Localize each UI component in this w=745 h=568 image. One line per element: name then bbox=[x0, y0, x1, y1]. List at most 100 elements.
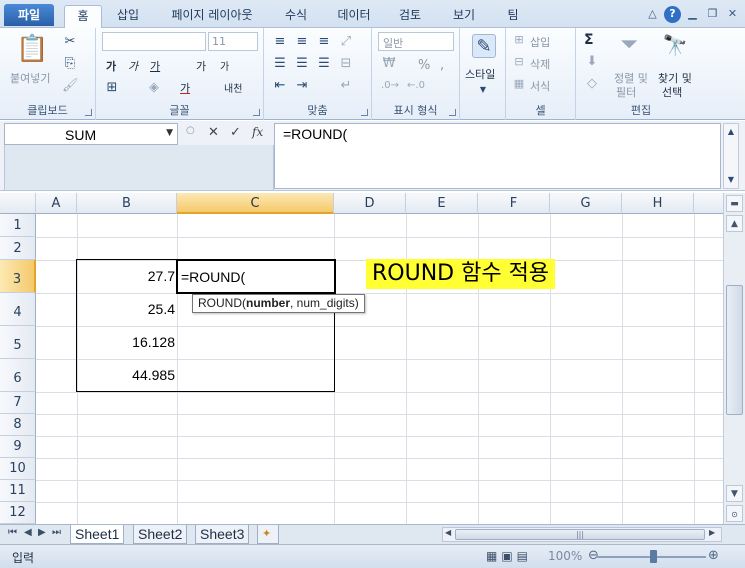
horizontal-scroll-thumb[interactable]: ||| bbox=[455, 529, 705, 540]
scroll-left-icon[interactable]: ◀ bbox=[445, 528, 451, 537]
prev-sheet-icon[interactable]: ◀ bbox=[24, 527, 32, 538]
styles-icon[interactable]: ✎ bbox=[472, 34, 496, 58]
fill-icon[interactable]: ⬇ bbox=[584, 54, 600, 70]
tab-page-layout[interactable]: 페이지 레이아웃 bbox=[160, 5, 264, 28]
next-sheet-icon[interactable]: ▶ bbox=[38, 527, 46, 538]
align-center-icon[interactable]: ☰ bbox=[294, 56, 310, 72]
tab-insert[interactable]: 삽입 bbox=[108, 5, 148, 28]
font-grow-button[interactable]: 가 bbox=[196, 58, 206, 74]
col-header-i[interactable] bbox=[694, 193, 723, 214]
insert-function-button[interactable]: fx bbox=[252, 125, 263, 139]
decrease-decimal-icon[interactable]: ←.0 bbox=[406, 78, 426, 94]
insert-sheet-icon[interactable]: ✦ bbox=[257, 525, 279, 544]
ribbon-minimize-icon[interactable]: △ bbox=[644, 6, 661, 23]
col-header-g[interactable]: G bbox=[550, 193, 622, 214]
sort-filter-label-2[interactable]: 필터 bbox=[616, 84, 636, 100]
formula-input[interactable]: =ROUND( bbox=[274, 123, 721, 189]
delete-cells-button[interactable]: 삭제 bbox=[530, 56, 550, 72]
tab-file[interactable]: 파일 bbox=[4, 4, 54, 26]
col-header-a[interactable]: A bbox=[36, 193, 77, 214]
sheet-tab-2[interactable]: Sheet2 bbox=[133, 525, 188, 544]
row-header-9[interactable]: 9 bbox=[0, 436, 36, 458]
sheet-tab-1[interactable]: Sheet1 bbox=[70, 525, 125, 544]
insert-cells-icon[interactable]: ⊞ bbox=[512, 32, 526, 48]
increase-decimal-icon[interactable]: .0→ bbox=[380, 78, 400, 94]
scroll-down-icon[interactable]: ▼ bbox=[726, 485, 743, 502]
confirm-entry-icon[interactable]: ✓ bbox=[230, 125, 241, 140]
name-box-dropdown-icon[interactable]: ▼ bbox=[166, 128, 173, 138]
worksheet-grid[interactable]: A B C D E F G H 1 2 3 4 5 6 7 8 9 10 11 … bbox=[0, 193, 723, 524]
cell-b6[interactable]: 44.985 bbox=[78, 367, 175, 383]
restore-icon[interactable]: ❐ bbox=[704, 6, 721, 23]
row-header-6[interactable]: 6 bbox=[0, 359, 36, 392]
last-sheet-icon[interactable]: ⏭ bbox=[52, 527, 61, 538]
row-header-11[interactable]: 11 bbox=[0, 480, 36, 502]
first-sheet-icon[interactable]: ⏮ bbox=[8, 527, 17, 538]
cell-b3[interactable]: 27.7 bbox=[78, 268, 175, 284]
align-left-icon[interactable]: ☰ bbox=[272, 56, 288, 72]
view-buttons-icon[interactable]: ▦▣▤ bbox=[486, 549, 532, 563]
currency-icon[interactable]: ₩ bbox=[380, 56, 398, 72]
scroll-up-icon[interactable]: ▲ bbox=[726, 215, 743, 232]
zoom-slider-knob[interactable] bbox=[650, 550, 657, 563]
align-middle-icon[interactable]: ≡ bbox=[294, 34, 310, 50]
tab-formulas[interactable]: 수식 bbox=[276, 5, 316, 28]
split-box-icon[interactable]: ▬ bbox=[726, 195, 743, 212]
row-header-12[interactable]: 12 bbox=[0, 502, 36, 524]
format-cells-button[interactable]: 서식 bbox=[530, 78, 550, 94]
percent-button[interactable]: % bbox=[418, 58, 430, 73]
format-painter-icon[interactable]: 🖌 bbox=[62, 78, 79, 94]
cell-b5[interactable]: 16.128 bbox=[78, 334, 175, 350]
copy-icon[interactable]: ⎘ bbox=[62, 56, 78, 72]
minimize-icon[interactable]: ▁ bbox=[684, 6, 701, 23]
tab-view[interactable]: 보기 bbox=[444, 5, 484, 28]
tab-home[interactable]: 홈 bbox=[64, 5, 102, 29]
paste-icon[interactable]: 📋 bbox=[16, 34, 48, 64]
formula-scroll-down-icon[interactable]: ▼ bbox=[725, 172, 737, 188]
clipboard-launcher-icon[interactable] bbox=[85, 109, 92, 116]
select-all-corner[interactable] bbox=[0, 193, 36, 214]
comma-button[interactable]: , bbox=[440, 58, 444, 73]
increase-indent-icon[interactable]: ⇥ bbox=[294, 78, 310, 94]
align-bottom-icon[interactable]: ≡ bbox=[316, 34, 332, 50]
number-launcher-icon[interactable] bbox=[449, 109, 456, 116]
splitter-icon[interactable]: ○ bbox=[186, 125, 195, 136]
vertical-scrollbar[interactable]: ▬ ▲ ▼ ⊙ bbox=[723, 193, 745, 524]
col-header-h[interactable]: H bbox=[622, 193, 694, 214]
font-launcher-icon[interactable] bbox=[253, 109, 260, 116]
function-argument-tooltip[interactable]: ROUND(number, num_digits) bbox=[192, 294, 365, 313]
tab-team[interactable]: 팀 bbox=[496, 5, 530, 28]
row-header-4[interactable]: 4 bbox=[0, 293, 36, 326]
name-box[interactable]: SUM ▼ bbox=[4, 123, 178, 145]
row-header-2[interactable]: 2 bbox=[0, 237, 36, 260]
formula-scroll-up-icon[interactable]: ▲ bbox=[725, 124, 737, 140]
border-icon[interactable]: ⊞ bbox=[104, 80, 120, 96]
close-icon[interactable]: ✕ bbox=[724, 6, 741, 23]
row-header-8[interactable]: 8 bbox=[0, 414, 36, 436]
orientation-icon[interactable]: ⤢ bbox=[338, 34, 354, 50]
col-header-d[interactable]: D bbox=[334, 193, 406, 214]
col-header-c[interactable]: C bbox=[177, 193, 334, 214]
zoom-in-icon[interactable]: ⊕ bbox=[708, 548, 719, 563]
font-name-select[interactable] bbox=[102, 32, 206, 51]
underline-button[interactable]: 가 bbox=[150, 58, 160, 74]
cut-icon[interactable]: ✂ bbox=[62, 34, 78, 50]
align-right-icon[interactable]: ☰ bbox=[316, 56, 332, 72]
help-icon[interactable]: ? bbox=[664, 6, 681, 23]
merge-cells-icon[interactable]: ⊟ bbox=[338, 56, 354, 72]
alignment-launcher-icon[interactable] bbox=[361, 109, 368, 116]
row-header-10[interactable]: 10 bbox=[0, 458, 36, 480]
scroll-right-icon[interactable]: ▶ bbox=[709, 528, 715, 537]
formula-bar-scroll[interactable]: ▲ ▼ bbox=[723, 123, 739, 189]
font-color-button[interactable]: 가 bbox=[180, 80, 190, 96]
vertical-scroll-thumb[interactable] bbox=[726, 285, 743, 415]
find-select-icon[interactable]: 🔭 bbox=[662, 32, 688, 58]
col-header-e[interactable]: E bbox=[406, 193, 478, 214]
fill-color-icon[interactable]: ◈ bbox=[146, 80, 162, 96]
format-cells-icon[interactable]: ▦ bbox=[512, 76, 526, 92]
delete-cells-icon[interactable]: ⊟ bbox=[512, 54, 526, 70]
col-header-f[interactable]: F bbox=[478, 193, 550, 214]
row-header-3[interactable]: 3 bbox=[0, 260, 36, 293]
cancel-entry-icon[interactable]: ✕ bbox=[208, 125, 219, 140]
row-header-1[interactable]: 1 bbox=[0, 214, 36, 237]
